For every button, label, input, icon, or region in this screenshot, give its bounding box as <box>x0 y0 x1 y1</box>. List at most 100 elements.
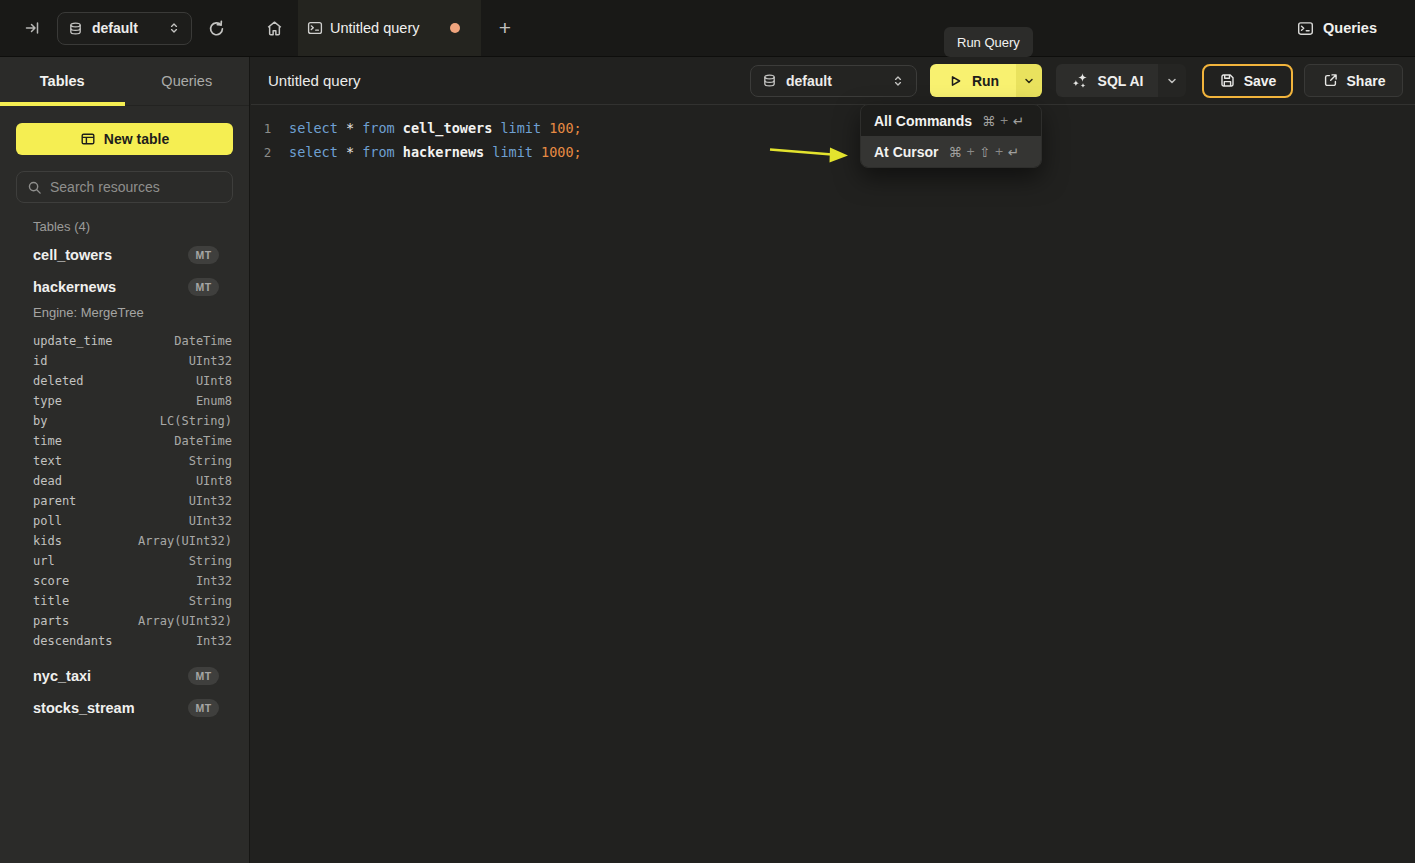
column-name: kids <box>33 534 62 548</box>
table-name: stocks_stream <box>33 700 135 716</box>
menu-item-shortcut: ⌘+⇧+↵ <box>949 144 1020 160</box>
save-button[interactable]: Save <box>1202 64 1293 98</box>
database-selector-value: default <box>786 73 882 89</box>
column-row: kids Array(UInt32) <box>33 531 232 551</box>
column-type: Enum8 <box>196 394 232 408</box>
tables-list: cell_towersMT hackernews MT Engine: MergeTr… <box>0 240 249 723</box>
column-type: String <box>189 554 232 568</box>
line-number: 1 <box>251 121 284 136</box>
column-type: UInt32 <box>189 354 232 368</box>
column-row: scoreInt32 <box>33 571 232 591</box>
sparkles-icon <box>1071 72 1089 90</box>
column-row: deletedUInt8 <box>33 371 232 391</box>
database-selector[interactable]: default <box>57 12 192 45</box>
column-name: update_time <box>33 334 112 348</box>
sidebar-tab-queries[interactable]: Queries <box>125 57 250 105</box>
code-tokens: select * from hackernews limit 1000; <box>289 144 582 160</box>
table-name: hackernews <box>33 279 116 295</box>
sql-ai-button[interactable]: SQL AI <box>1056 64 1158 97</box>
tab-untitled-query[interactable]: Untitled query <box>298 0 481 56</box>
home-button[interactable] <box>250 0 298 56</box>
collapse-sidebar-icon[interactable] <box>24 20 40 36</box>
chevron-updown-icon <box>891 73 905 89</box>
tabbar: Untitled query + <box>250 0 529 56</box>
save-icon <box>1219 72 1236 89</box>
column-type: DateTime <box>174 334 232 348</box>
new-table-label: New table <box>104 131 169 147</box>
sql-ai-label: SQL AI <box>1098 73 1144 89</box>
column-type: LC(String) <box>160 414 232 428</box>
topbar-left: default <box>0 0 250 56</box>
topbar: default Untitled query + <box>0 0 1415 57</box>
column-row: by LC(String) <box>33 411 232 431</box>
sql-ai-options-button[interactable] <box>1158 64 1186 97</box>
menu-item[interactable]: All Commands⌘+↵ <box>861 105 1041 136</box>
tab-label: Untitled query <box>330 20 419 36</box>
menu-item[interactable]: At Cursor ⌘+⇧+↵ <box>861 136 1041 167</box>
refresh-icon[interactable] <box>207 19 226 38</box>
sidebar-tab-tables[interactable]: Tables <box>0 57 125 105</box>
column-name: deleted <box>33 374 84 388</box>
engine-badge: MT <box>188 699 219 717</box>
column-row: descendants Int32 <box>33 631 232 651</box>
editor-header: Untitled query default <box>251 57 1415 105</box>
column-name: id <box>33 354 47 368</box>
sql-ai-button-group: SQL AI <box>1056 64 1186 97</box>
column-row: update_time DateTime <box>33 331 232 351</box>
table-row[interactable]: hackernews MT <box>33 272 219 302</box>
terminal-icon <box>1297 20 1314 37</box>
column-name: score <box>33 574 69 588</box>
menu-item-label: All Commands <box>874 113 972 129</box>
column-row: titleString <box>33 591 232 611</box>
database-selector[interactable]: default <box>750 65 917 97</box>
column-name: by <box>33 414 47 428</box>
database-icon <box>68 21 83 36</box>
share-button[interactable]: Share <box>1304 64 1403 97</box>
column-row: id UInt32 <box>33 351 232 371</box>
column-name: url <box>33 554 55 568</box>
column-name: parts <box>33 614 69 628</box>
column-name: descendants <box>33 634 112 648</box>
column-name: text <box>33 454 62 468</box>
new-tab-button[interactable]: + <box>481 0 529 56</box>
engine-label: Engine: MergeTree <box>33 302 219 322</box>
column-row: deadUInt8 <box>33 471 232 491</box>
column-row: text String <box>33 451 232 471</box>
run-query-tooltip: Run Query <box>944 27 1033 57</box>
run-options-menu: All Commands⌘+↵ At Cursor ⌘+⇧+↵ <box>860 104 1042 168</box>
tables-section-label: Tables (4) <box>33 219 219 234</box>
run-button[interactable]: Run <box>930 64 1016 97</box>
column-name: type <box>33 394 62 408</box>
column-type: Int32 <box>196 634 232 648</box>
query-title: Untitled query <box>268 72 361 89</box>
queries-button[interactable]: Queries <box>1297 20 1377 37</box>
column-row: type Enum8 <box>33 391 232 411</box>
columns-list: update_timeDateTimeidUInt32deletedUInt8t… <box>33 331 232 651</box>
save-label: Save <box>1244 73 1277 89</box>
app: default Untitled query + <box>0 0 1415 863</box>
table-row[interactable]: stocks_stream MT <box>33 693 219 723</box>
column-type: Array(UInt32) <box>138 614 232 628</box>
editor-panel: Untitled query default <box>251 57 1415 863</box>
line-number: 2 <box>251 145 284 160</box>
sidebar-tabs: Tables Queries <box>0 57 249 106</box>
search-input[interactable]: Search resources <box>16 171 233 203</box>
column-type: String <box>189 454 232 468</box>
share-icon <box>1322 72 1339 89</box>
column-name: time <box>33 434 62 448</box>
new-table-button[interactable]: New table <box>16 123 233 155</box>
table-name: nyc_taxi <box>33 668 91 684</box>
database-selector-value: default <box>92 20 158 36</box>
table-row[interactable]: nyc_taxiMT <box>33 661 219 691</box>
table-icon <box>80 131 96 147</box>
menu-item-label: At Cursor <box>874 144 939 160</box>
column-name: parent <box>33 494 76 508</box>
engine-badge: MT <box>188 278 219 296</box>
table-row[interactable]: cell_towersMT <box>33 240 219 270</box>
database-icon <box>762 73 777 88</box>
run-options-button[interactable] <box>1016 64 1042 97</box>
run-button-group: Run <box>930 64 1042 97</box>
code-line: 1select * from cell_towers limit 100; <box>251 116 1415 140</box>
column-type: Array(UInt32) <box>138 534 232 548</box>
search-placeholder: Search resources <box>50 179 160 195</box>
